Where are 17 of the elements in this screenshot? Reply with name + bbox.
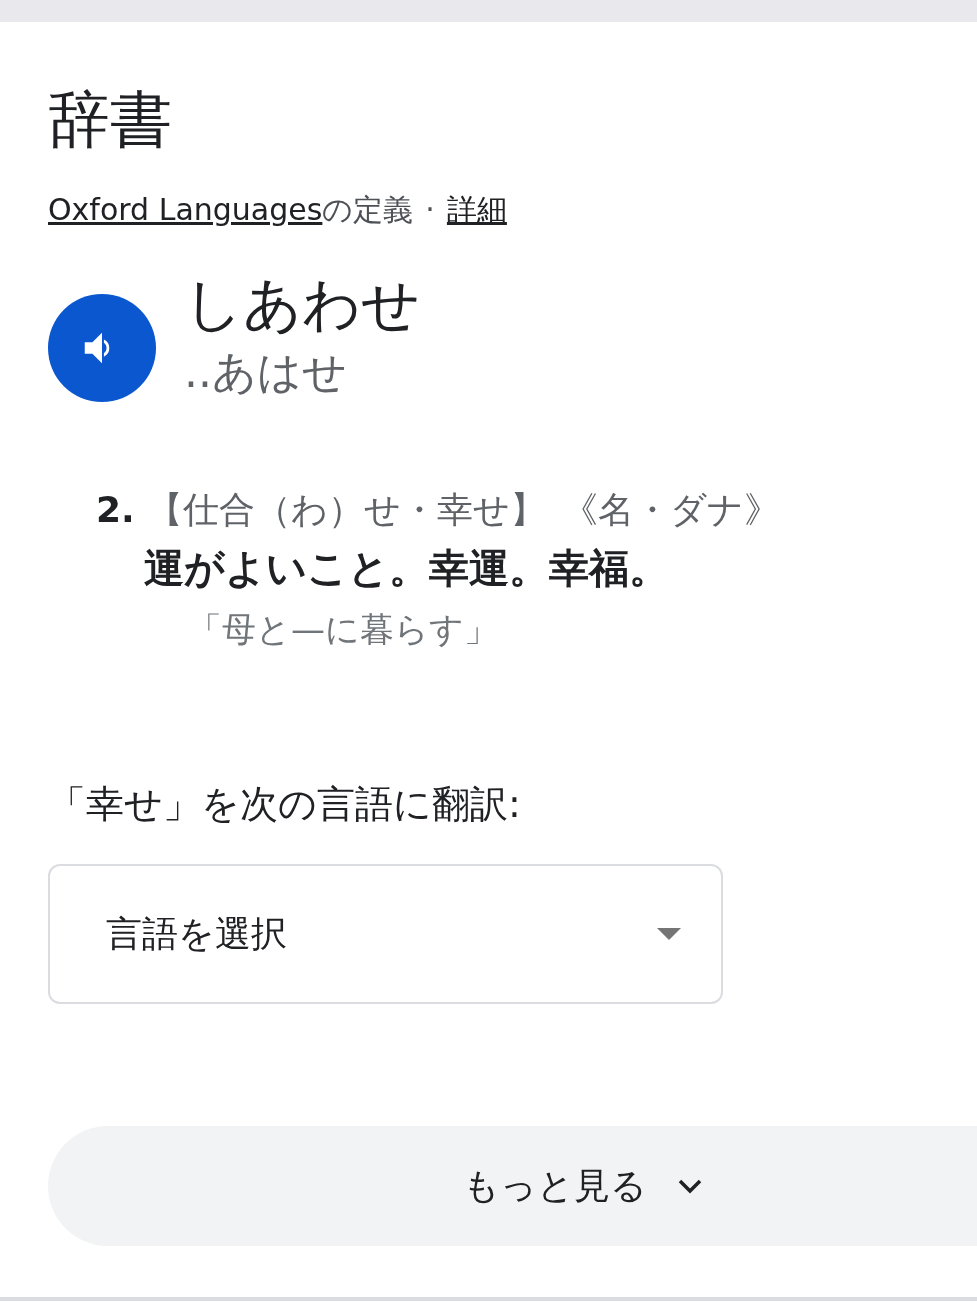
- pronunciation: ..あはせ: [184, 345, 348, 399]
- translate-label: 「幸せ」を次の言語に翻訳:: [48, 781, 522, 828]
- definition: 運がよいこと。幸運。幸福。: [144, 544, 670, 593]
- grammar-label: 《名・ダナ》: [561, 488, 780, 532]
- headword: しあわせ: [184, 269, 420, 340]
- source-link[interactable]: Oxford Languages: [48, 190, 323, 230]
- source-text: の定義: [322, 191, 414, 229]
- sense-number: 2.: [96, 488, 135, 532]
- chevron-down-icon: [677, 1177, 703, 1195]
- details-link[interactable]: 詳細: [446, 190, 507, 230]
- language-select[interactable]: 言語を選択: [48, 864, 723, 1004]
- caret-icon: [657, 928, 681, 940]
- example: 「母と—に暮らす」: [188, 608, 499, 651]
- section-title: 辞書: [48, 82, 173, 158]
- word-forms: 【仕合（わ）せ・幸せ】: [146, 488, 546, 532]
- more-button[interactable]: もっと見る: [48, 1126, 977, 1246]
- separator-dot: ·: [425, 191, 435, 229]
